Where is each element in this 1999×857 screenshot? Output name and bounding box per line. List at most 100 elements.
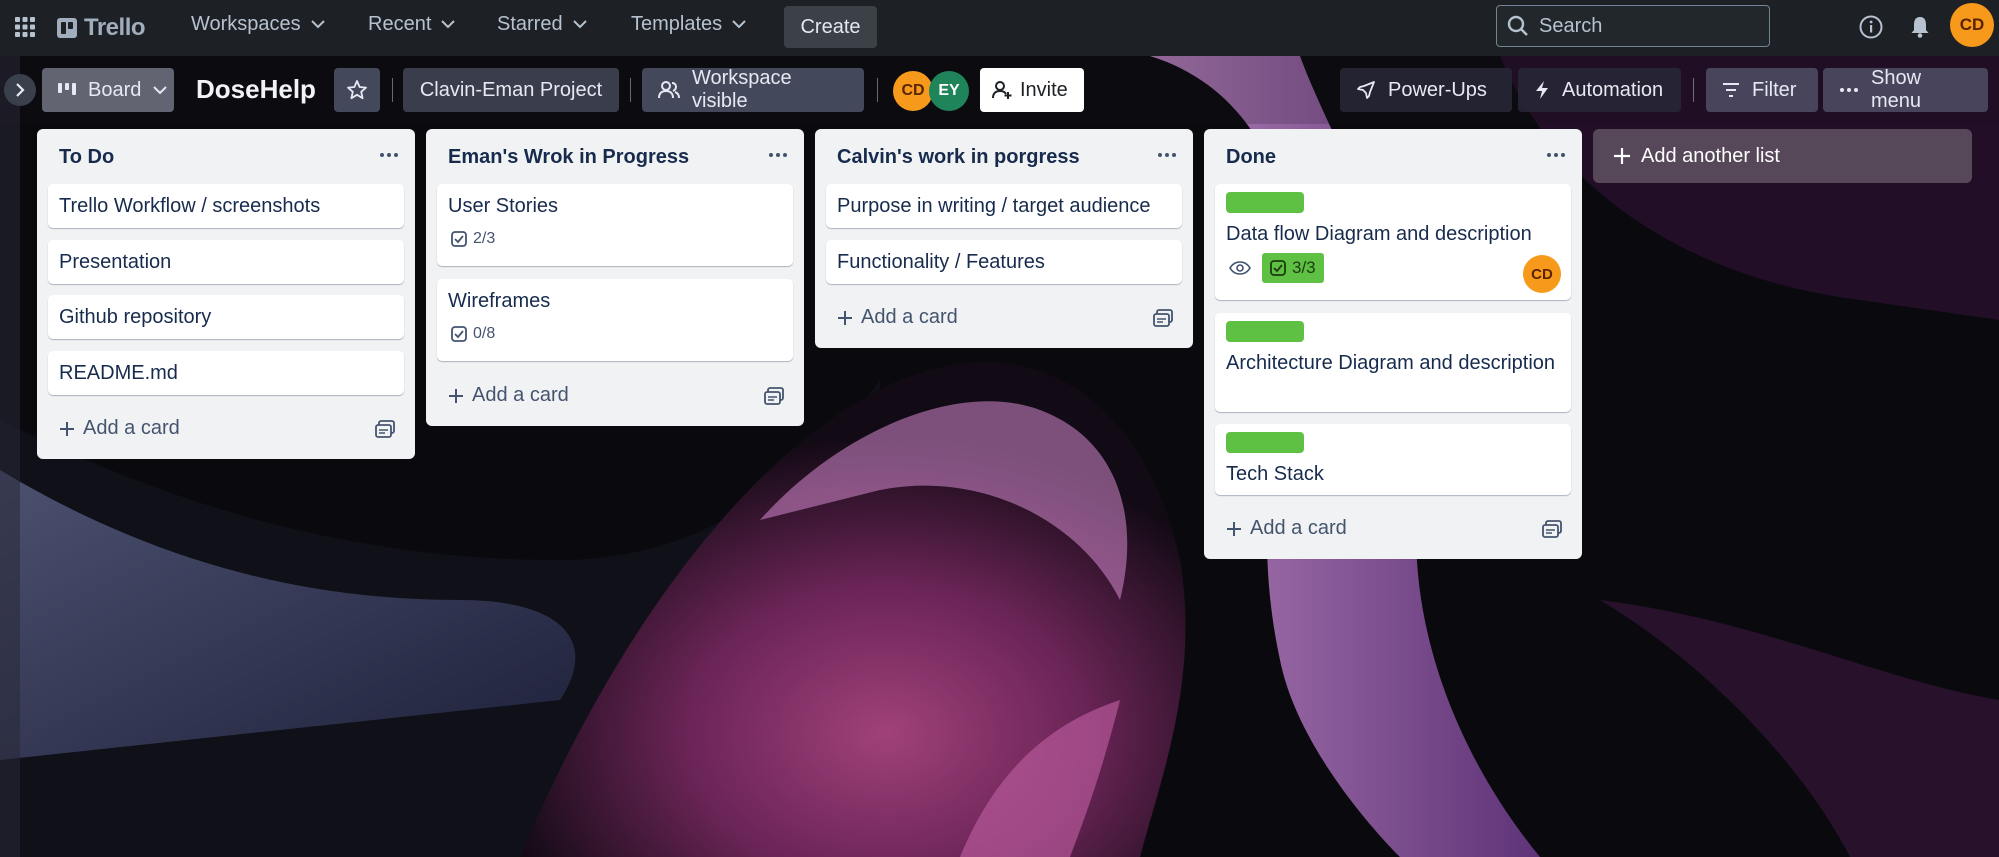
add-member-icon [992,81,1012,99]
lightning-icon [1536,81,1548,99]
filter-button[interactable]: Filter [1706,68,1818,112]
recent-menu[interactable]: Recent [368,13,456,36]
card[interactable]: Trello Workflow / screenshots [48,184,404,228]
plus-icon [60,421,74,436]
watching-eye-icon [1229,261,1251,275]
trello-logo[interactable]: Trello [57,14,146,42]
logo-text: Trello [84,14,146,41]
create-button[interactable]: Create [784,6,877,48]
sidebar-expand-button[interactable] [4,74,36,106]
card-title: Functionality / Features [837,251,1045,273]
member-avatar-cd[interactable]: CD [893,71,933,111]
list-title[interactable]: To Do [59,146,114,169]
invite-button[interactable]: Invite [980,68,1084,112]
search-input[interactable]: Search [1496,5,1770,47]
workspaces-label: Workspaces [191,13,301,35]
add-card-button[interactable]: Add a card [59,417,180,440]
checklist-complete-badge: 3/3 [1262,253,1324,283]
header-divider [392,78,393,102]
filter-label: Filter [1752,78,1797,101]
chevron-down-icon [441,20,456,29]
card[interactable]: Tech Stack [1215,424,1571,495]
power-ups-button[interactable]: Power-Ups [1340,68,1512,112]
card-title: User Stories [448,195,559,217]
search-placeholder: Search [1539,14,1603,37]
list-to-do: To Do Trello Workflow / screenshots Pres… [37,129,415,459]
workspace-members-icon [658,81,680,99]
card-template-icon[interactable] [764,387,784,405]
card[interactable]: Purpose in writing / target audience [826,184,1182,228]
plus-icon [838,310,852,325]
sidebar-rail [0,56,20,857]
board-view-icon [58,83,76,95]
invite-label: Invite [1020,78,1068,101]
list-title[interactable]: Calvin's work in porgress [837,146,1080,169]
list-actions-icon[interactable] [768,151,788,159]
notifications-bell-icon[interactable] [1907,14,1933,40]
list-title[interactable]: Eman's Wrok in Progress [448,146,689,169]
card-template-icon[interactable] [375,420,395,438]
card-template-icon[interactable] [1153,309,1173,327]
board-view-label: Board [88,78,142,101]
list-eman-in-progress: Eman's Wrok in Progress User Stories 2/3… [426,129,804,426]
member-avatar-ey[interactable]: EY [929,71,969,111]
green-label[interactable] [1226,192,1304,213]
recent-label: Recent [368,13,432,35]
card-title: Architecture Diagram and description [1226,352,1556,374]
card[interactable]: Github repository [48,295,404,339]
checklist-count: 2/3 [473,230,496,247]
add-card-button[interactable]: Add a card [448,384,569,407]
checklist-icon [1270,260,1286,276]
card[interactable]: Architecture Diagram and description [1215,313,1571,412]
chevron-down-icon [310,20,325,29]
add-another-list-button[interactable]: Add another list [1593,129,1972,183]
templates-menu[interactable]: Templates [631,13,746,36]
card-title: Github repository [59,306,212,328]
add-card-button[interactable]: Add a card [1226,517,1347,540]
visibility-button[interactable]: Workspace visible [642,67,864,112]
filter-icon [1723,83,1739,97]
info-icon[interactable] [1858,14,1884,40]
chevron-right-icon [16,83,25,97]
workspace-project-button[interactable]: Clavin-Eman Project [403,68,619,112]
app-switcher-icon[interactable] [14,16,36,38]
card[interactable]: Presentation [48,240,404,284]
card-template-icon[interactable] [1542,520,1562,538]
show-menu-button[interactable]: Show menu [1823,67,1988,112]
checklist-icon [451,326,467,342]
card[interactable]: User Stories 2/3 [437,184,793,266]
add-card-label: Add a card [1250,517,1347,539]
list-actions-icon[interactable] [1157,151,1177,159]
green-label[interactable] [1226,432,1304,453]
add-list-label: Add another list [1641,144,1780,167]
add-card-label: Add a card [83,417,180,439]
user-avatar[interactable]: CD [1950,3,1994,47]
workspaces-menu[interactable]: Workspaces [191,13,325,36]
templates-label: Templates [631,13,723,35]
card[interactable]: Data flow Diagram and description 3/3 CD [1215,184,1571,300]
starred-menu[interactable]: Starred [497,13,587,36]
board-title[interactable]: DoseHelp [196,74,316,105]
card-title: README.md [59,362,178,384]
list-actions-icon[interactable] [1546,151,1566,159]
trello-logo-icon [57,18,77,38]
card[interactable]: Functionality / Features [826,240,1182,284]
green-label[interactable] [1226,321,1304,342]
list-title[interactable]: Done [1226,146,1276,169]
automation-label: Automation [1562,78,1664,101]
card[interactable]: README.md [48,351,404,395]
card-member-avatar[interactable]: CD [1523,255,1561,293]
list-actions-icon[interactable] [379,151,399,159]
checklist-badge: 0/8 [451,325,495,343]
checklist-badge: 2/3 [451,230,495,248]
card[interactable]: Wireframes 0/8 [437,279,793,361]
chevron-down-icon [572,20,587,29]
automation-button[interactable]: Automation [1518,68,1681,112]
top-nav-bar: Trello Workspaces Recent Starred Templat… [0,0,1999,56]
header-divider [877,78,878,102]
card-title: Purpose in writing / target audience [837,195,1151,217]
star-icon [347,80,367,100]
add-card-button[interactable]: Add a card [837,306,958,329]
star-board-button[interactable] [334,68,380,112]
board-view-switcher[interactable]: Board [42,68,174,112]
